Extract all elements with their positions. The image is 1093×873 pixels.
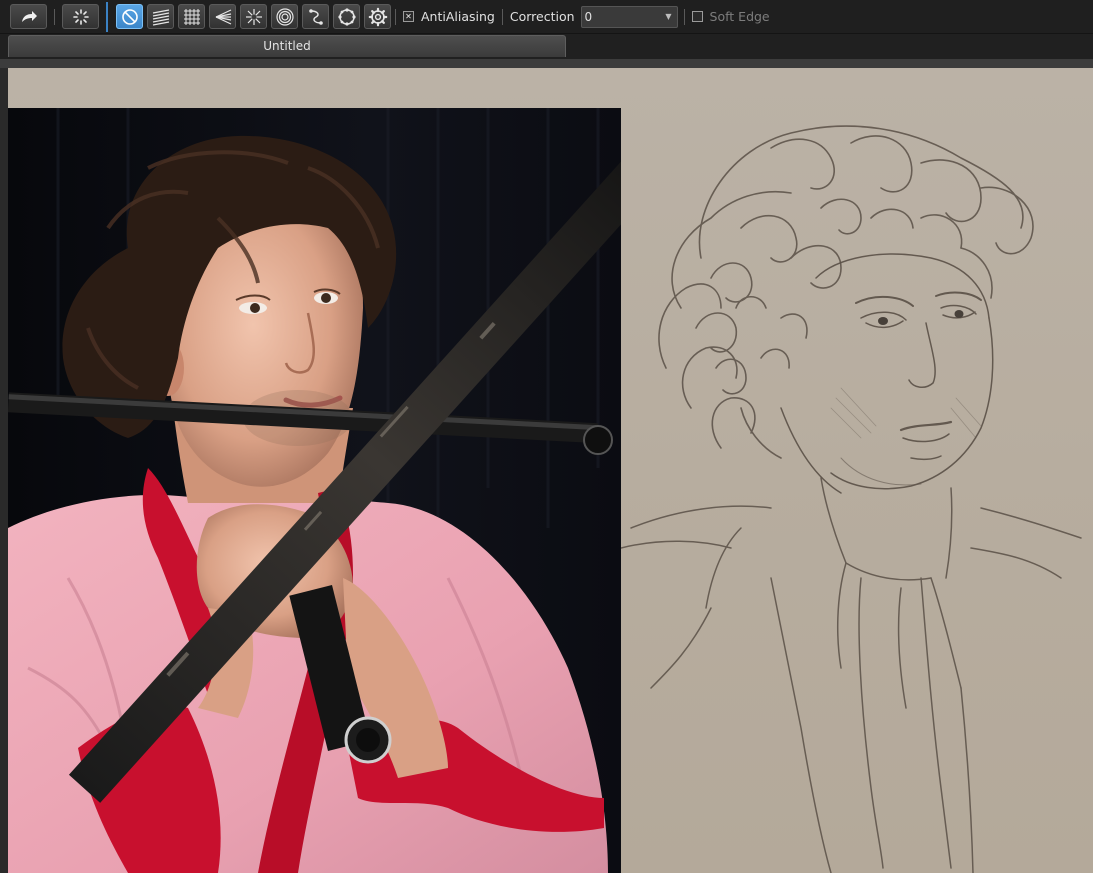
soft-edge-checkbox[interactable]	[691, 11, 703, 22]
concentric-circles-ruler-icon	[275, 7, 294, 26]
drawing-canvas[interactable]	[8, 68, 1093, 873]
toolbar-separator	[395, 8, 396, 25]
correction-value: 0	[584, 9, 593, 24]
reference-photo-image	[8, 108, 621, 873]
antialiasing-label: AntiAliasing	[421, 9, 495, 24]
brush-spinner-icon	[72, 8, 89, 25]
tab-untitled[interactable]: Untitled	[8, 35, 566, 57]
no-ruler-icon	[121, 8, 138, 25]
ellipse-ruler-icon	[337, 7, 356, 26]
vanishing-point-ruler-icon	[215, 8, 231, 25]
parallel-lines-ruler-button[interactable]	[147, 4, 174, 29]
concentric-circles-ruler-button[interactable]	[271, 4, 298, 29]
toolbar-separator	[54, 8, 55, 25]
pencil-sketch	[621, 108, 1093, 873]
radial-lines-ruler-button[interactable]	[240, 4, 267, 29]
document-tab-bar: Untitled	[0, 34, 1093, 59]
settings-gear-icon	[368, 7, 387, 26]
antialiasing-checkbox[interactable]	[403, 11, 414, 22]
brush-settings-button[interactable]	[62, 4, 99, 29]
vanishing-point-ruler-button[interactable]	[209, 4, 236, 29]
radial-lines-ruler-icon	[245, 8, 262, 25]
left-panel-edge	[0, 68, 8, 873]
grid-ruler-button[interactable]	[178, 4, 205, 29]
curve-ruler-button[interactable]	[302, 4, 329, 29]
grid-ruler-icon	[183, 8, 200, 25]
ruler-settings-button[interactable]	[364, 4, 391, 29]
correction-label: Correction	[509, 9, 575, 24]
canvas-top-strip	[0, 59, 1093, 68]
pencil-sketch-drawing	[621, 125, 1082, 873]
reference-photo	[8, 108, 621, 873]
curve-ruler-icon	[308, 8, 323, 25]
toolbar: AntiAliasing Correction 0 ▼ Soft Edge	[0, 0, 1093, 34]
toolbar-separator	[683, 8, 685, 25]
toolbar-separator	[106, 1, 108, 32]
toolbar-separator	[501, 8, 503, 25]
ellipse-ruler-button[interactable]	[333, 4, 360, 29]
no-ruler-button[interactable]	[116, 4, 143, 29]
chevron-down-icon: ▼	[665, 12, 672, 21]
parallel-lines-ruler-icon	[152, 8, 169, 26]
correction-dropdown[interactable]: 0 ▼	[580, 5, 678, 28]
soft-edge-label: Soft Edge	[709, 9, 770, 24]
redo-icon	[21, 10, 37, 22]
redo-button[interactable]	[10, 4, 47, 29]
